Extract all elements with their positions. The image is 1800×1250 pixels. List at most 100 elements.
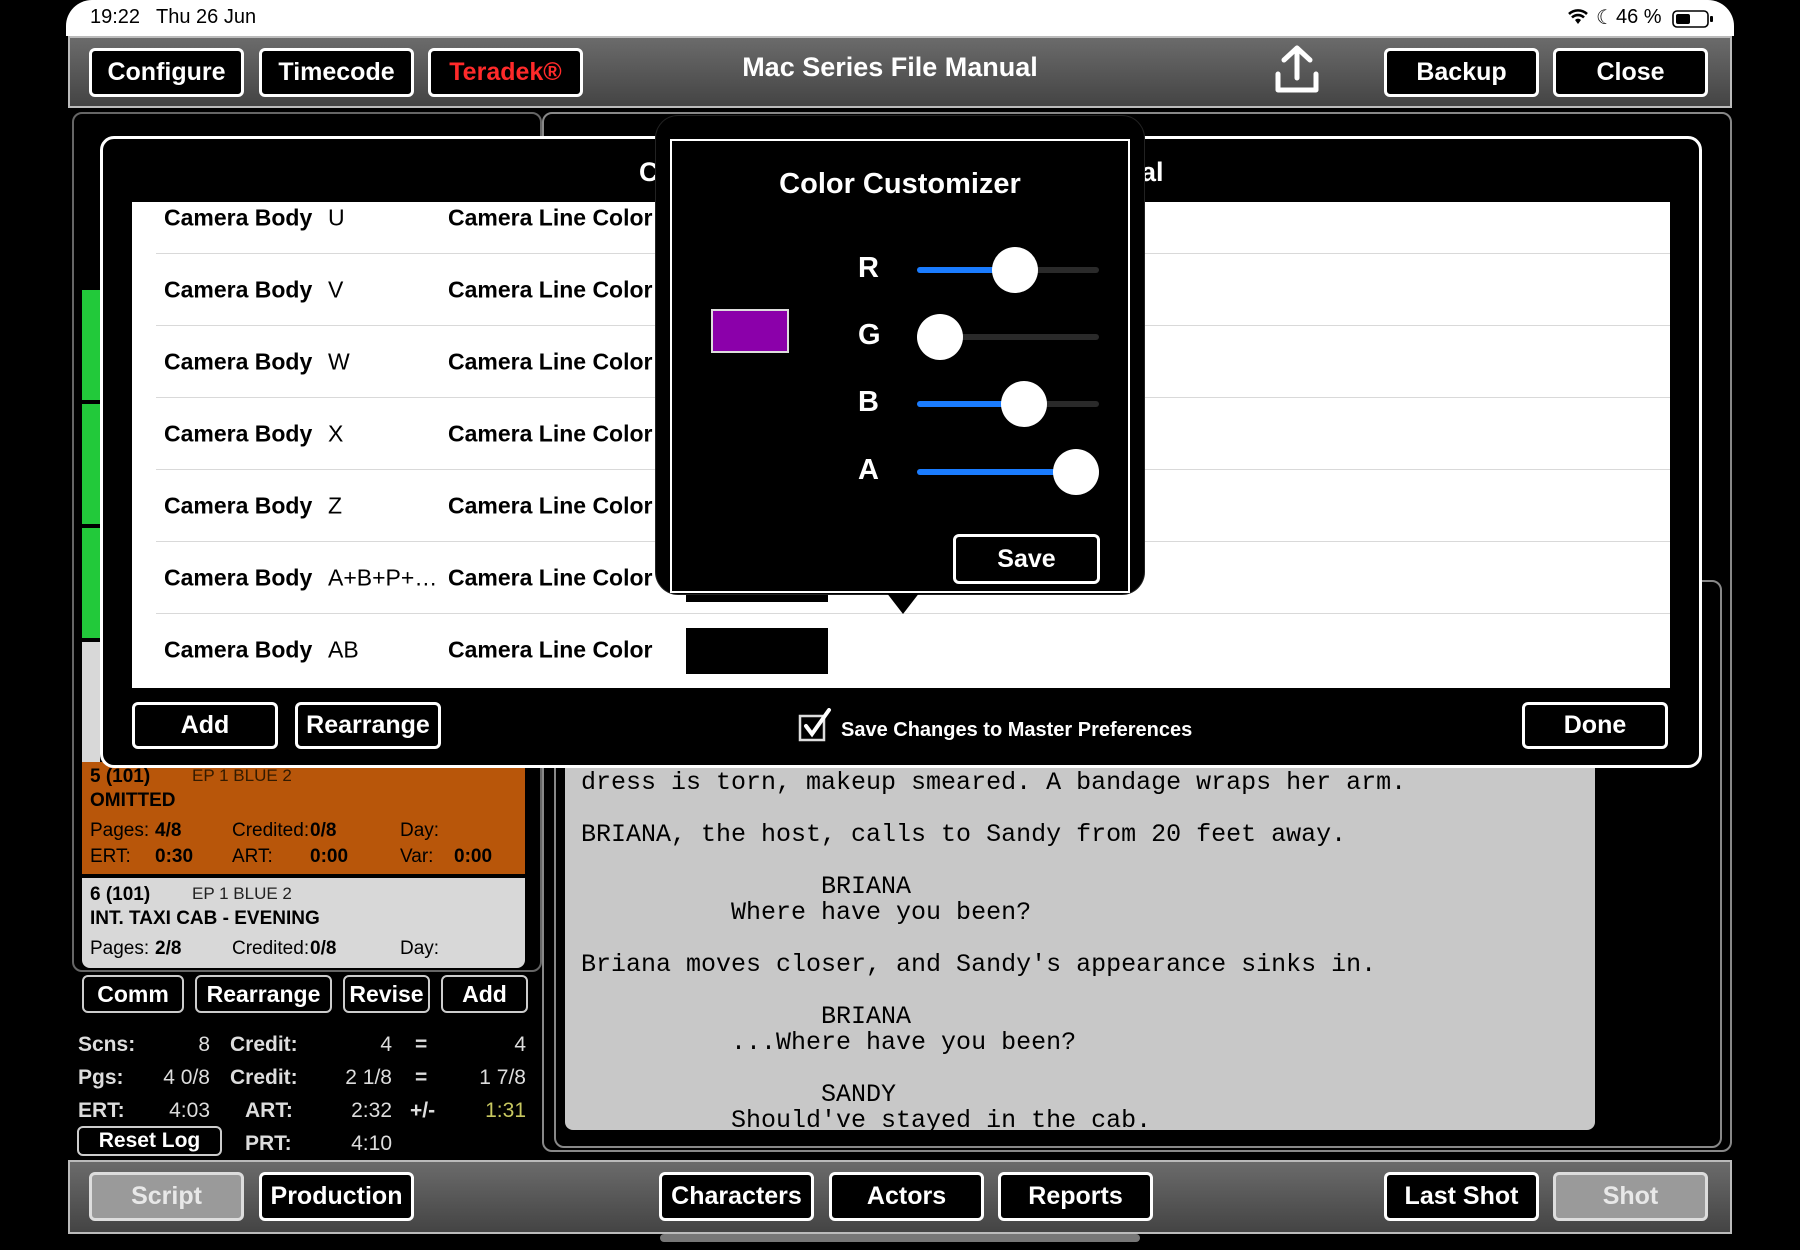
scene-strip-4 bbox=[82, 642, 100, 762]
status-date: Thu 26 Jun bbox=[156, 6, 257, 28]
script-line: Where have you been? bbox=[581, 898, 1032, 927]
total-value: 4 bbox=[514, 1033, 526, 1056]
pages-label: Pages: bbox=[90, 938, 150, 959]
item-name: Camera Body bbox=[164, 204, 313, 231]
shot-button[interactable]: Shot bbox=[1553, 1172, 1708, 1221]
status-time: 19:22 bbox=[90, 6, 141, 28]
credited-label: Credited: bbox=[232, 820, 310, 841]
backup-button[interactable]: Backup bbox=[1384, 48, 1539, 97]
item-property: Camera Line Color bbox=[448, 204, 653, 231]
credit-label: Credit: bbox=[230, 1066, 298, 1089]
battery-percent: 46 % bbox=[1616, 6, 1662, 28]
slider-b[interactable] bbox=[917, 381, 1099, 427]
home-indicator bbox=[660, 1234, 1140, 1242]
script-line: BRIANA bbox=[581, 1002, 912, 1031]
battery-icon bbox=[1672, 10, 1714, 34]
color-customizer-title: Color Customizer bbox=[779, 168, 1021, 200]
scene-number: 6 (101) bbox=[90, 884, 151, 905]
day-label: Day: bbox=[400, 938, 440, 959]
timecode-button[interactable]: Timecode bbox=[259, 48, 414, 97]
save-color-button[interactable]: Save bbox=[953, 534, 1100, 584]
pages-label: Pages: bbox=[90, 820, 150, 841]
color-preview-swatch bbox=[711, 309, 789, 353]
item-code: V bbox=[328, 276, 344, 303]
ert-value: 0:30 bbox=[155, 846, 194, 867]
credit-label: Credit: bbox=[230, 1033, 298, 1056]
slider-g[interactable] bbox=[917, 314, 1099, 360]
credit-value: 4 bbox=[380, 1033, 392, 1056]
item-name: Camera Body bbox=[164, 348, 313, 375]
plus-minus-label: +/- bbox=[410, 1099, 436, 1122]
done-button[interactable]: Done bbox=[1522, 702, 1668, 749]
scene-card[interactable]: 5 (101) EP 1 BLUE 2 OMITTED Pages: 4/8 C… bbox=[82, 762, 525, 874]
var-label: Var: bbox=[400, 846, 434, 867]
art-total-label: ART: bbox=[245, 1099, 293, 1122]
last-shot-button[interactable]: Last Shot bbox=[1384, 1172, 1539, 1221]
item-property: Camera Line Color bbox=[448, 348, 653, 375]
art-total-value: 2:32 bbox=[351, 1099, 392, 1122]
comm-button[interactable]: Comm bbox=[82, 975, 184, 1013]
scene-heading: OMITTED bbox=[90, 790, 176, 811]
item-name: Camera Body bbox=[164, 276, 313, 303]
art-value: 0:00 bbox=[310, 846, 349, 867]
item-code: U bbox=[328, 204, 345, 231]
configure-button[interactable]: Configure bbox=[89, 48, 244, 97]
credited-value: 0/8 bbox=[310, 820, 337, 841]
prt-value: 4:10 bbox=[351, 1132, 392, 1155]
scene-heading: INT. TAXI CAB - EVENING bbox=[90, 908, 320, 929]
rearrange-button[interactable]: Rearrange bbox=[295, 702, 441, 749]
modal-title-end: al bbox=[1141, 157, 1164, 187]
script-line: Should've stayed in the cab. bbox=[581, 1106, 1152, 1135]
characters-button[interactable]: Characters bbox=[659, 1172, 814, 1221]
scene-strip-1 bbox=[82, 290, 100, 400]
script-page[interactable]: dress is torn, makeup smeared. A bandage… bbox=[565, 760, 1595, 1135]
pgs-value: 4 0/8 bbox=[163, 1066, 210, 1089]
script-line: SANDY bbox=[581, 1080, 897, 1109]
scene-revision: EP 1 BLUE 2 bbox=[192, 766, 292, 785]
reset-log-button[interactable]: Reset Log bbox=[77, 1126, 222, 1156]
revise-button[interactable]: Revise bbox=[343, 975, 430, 1013]
actors-button[interactable]: Actors bbox=[829, 1172, 984, 1221]
checkbox-checked-icon[interactable] bbox=[798, 708, 832, 747]
slider-r[interactable] bbox=[917, 247, 1099, 293]
item-property: Camera Line Color bbox=[448, 636, 653, 663]
script-line: ...Where have you been? bbox=[581, 1028, 1077, 1057]
script-tab-button[interactable]: Script bbox=[89, 1172, 244, 1221]
slider-thumb[interactable] bbox=[991, 247, 1038, 293]
scene-card[interactable]: 6 (101) EP 1 BLUE 2 INT. TAXI CAB - EVEN… bbox=[82, 878, 525, 968]
equals-sign: = bbox=[415, 1066, 428, 1089]
script-line: Briana moves closer, and Sandy's appeara… bbox=[581, 950, 1377, 979]
scns-label: Scns: bbox=[78, 1033, 136, 1056]
add-button[interactable]: Add bbox=[132, 702, 278, 749]
slider-a[interactable] bbox=[917, 449, 1099, 495]
scene-number: 5 (101) bbox=[90, 766, 151, 787]
production-button[interactable]: Production bbox=[259, 1172, 414, 1221]
color-swatch[interactable] bbox=[686, 628, 828, 674]
slider-thumb[interactable] bbox=[1053, 449, 1099, 495]
item-name: Camera Body bbox=[164, 420, 313, 447]
share-icon[interactable] bbox=[1272, 44, 1322, 101]
reports-button[interactable]: Reports bbox=[998, 1172, 1153, 1221]
scene-strip-2 bbox=[82, 404, 100, 524]
pages-value: 4/8 bbox=[155, 820, 182, 841]
ert-label: ERT: bbox=[90, 846, 131, 867]
add-scene-button[interactable]: Add bbox=[441, 975, 528, 1013]
pgs-label: Pgs: bbox=[78, 1066, 124, 1089]
slider-thumb[interactable] bbox=[1001, 381, 1048, 427]
item-code: X bbox=[328, 420, 344, 447]
slider-thumb[interactable] bbox=[917, 314, 963, 360]
pages-value: 2/8 bbox=[155, 938, 182, 959]
item-code: Z bbox=[328, 492, 343, 519]
popover-arrow bbox=[886, 592, 920, 614]
credited-label: Credited: bbox=[232, 938, 310, 959]
equals-sign: = bbox=[415, 1033, 428, 1056]
teradek-button[interactable]: Teradek® bbox=[428, 48, 583, 97]
scns-value: 8 bbox=[198, 1033, 210, 1056]
close-button[interactable]: Close bbox=[1553, 48, 1708, 97]
ert-diff-value: 1:31 bbox=[485, 1099, 526, 1122]
rearrange-scenes-button[interactable]: Rearrange bbox=[195, 975, 332, 1013]
color-customizer-panel bbox=[670, 139, 1130, 593]
script-line: dress is torn, makeup smeared. A bandage… bbox=[581, 768, 1407, 797]
item-property: Camera Line Color bbox=[448, 276, 653, 303]
list-item[interactable]: Camera Body AB Camera Line Color bbox=[132, 614, 1670, 686]
